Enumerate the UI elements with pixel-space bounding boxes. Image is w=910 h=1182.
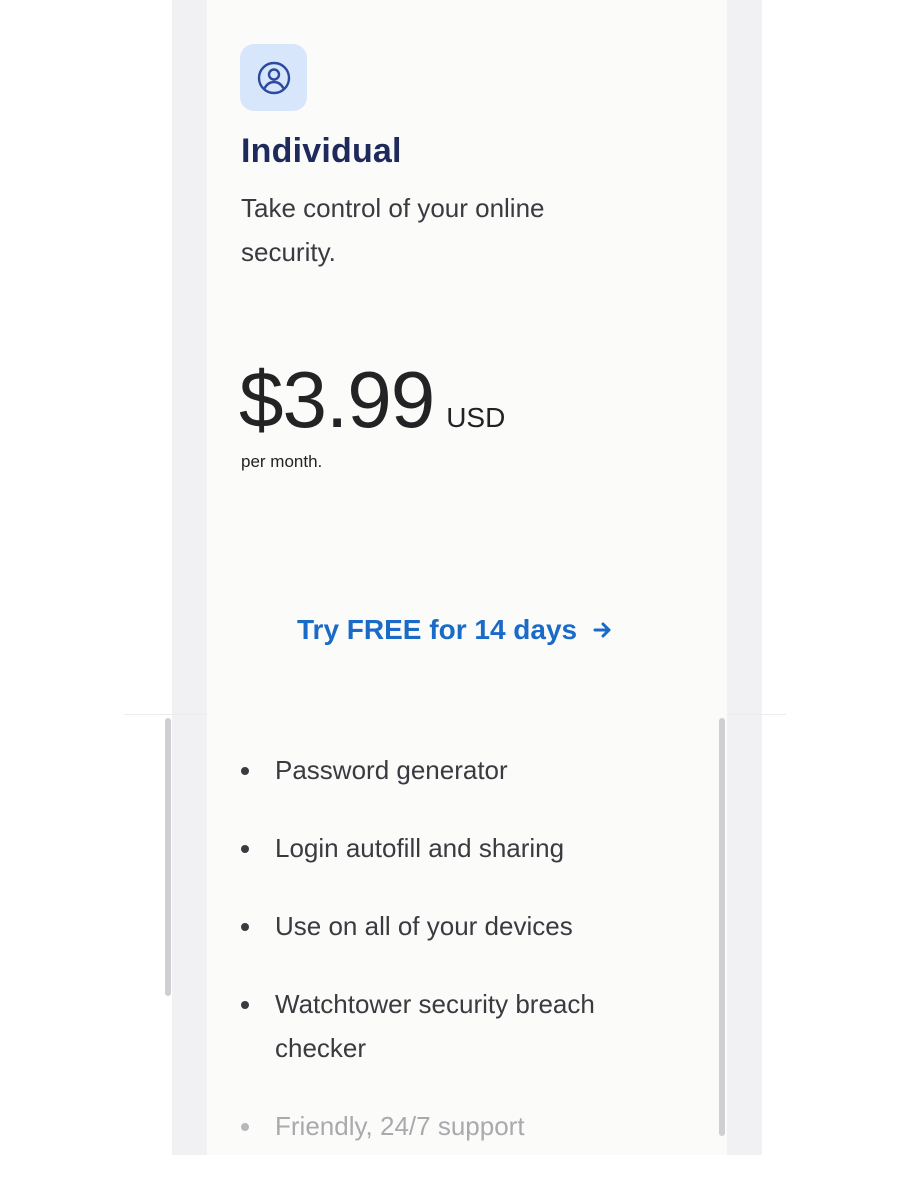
feature-text: Password generator: [275, 755, 508, 785]
bullet-icon: [241, 1001, 249, 1009]
price-currency: USD: [446, 402, 506, 433]
feature-text: Login autofill and sharing: [275, 833, 565, 863]
try-free-link[interactable]: Try FREE for 14 days: [297, 614, 613, 646]
user-circle-icon: [240, 44, 307, 111]
pricing-card-individual: Individual Take control of your online s…: [207, 0, 727, 1155]
feature-list: Password generator Login autofill and sh…: [241, 748, 671, 1182]
scrollbar-right[interactable]: [719, 718, 725, 1136]
bullet-icon: [241, 845, 249, 853]
price-period: per month.: [241, 452, 323, 471]
price-row: $3.99 USD: [239, 355, 505, 445]
feature-text: Friendly, 24/7 support: [275, 1111, 525, 1141]
bullet-icon: [241, 923, 249, 931]
plan-description: Take control of your online security.: [241, 193, 545, 267]
feature-item: Watchtower security breach checker: [241, 982, 671, 1070]
plan-title: Individual: [241, 132, 402, 170]
arrow-right-icon: [591, 619, 613, 641]
try-free-label: Try FREE for 14 days: [297, 614, 578, 645]
feature-item: Password generator: [241, 748, 671, 792]
feature-text: Watchtower security breach checker: [275, 989, 595, 1063]
feature-item: Friendly, 24/7 support: [241, 1104, 671, 1148]
feature-text: Use on all of your devices: [275, 911, 573, 941]
price-amount: $3.99: [239, 355, 435, 444]
bullet-icon: [241, 767, 249, 775]
scrollbar-left[interactable]: [165, 718, 171, 996]
feature-item: Use on all of your devices: [241, 904, 671, 948]
bullet-icon: [241, 1123, 249, 1131]
feature-item: Login autofill and sharing: [241, 826, 671, 870]
